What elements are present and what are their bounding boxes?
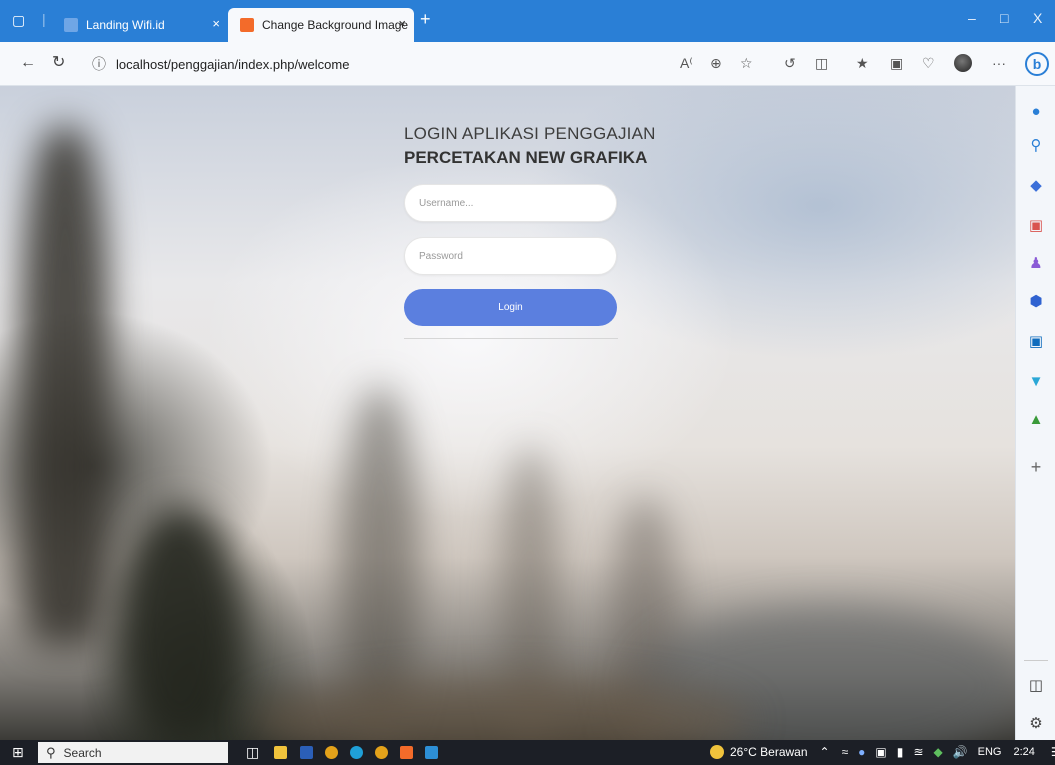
- tray-volume-icon[interactable]: 🔊: [953, 745, 968, 759]
- tray-battery-icon[interactable]: ▮: [897, 745, 904, 759]
- login-form: LOGIN APLIKASI PENGGAJIAN PERCETAKAN NEW…: [404, 124, 656, 339]
- notification-bell-icon[interactable]: ●: [1026, 104, 1046, 119]
- close-window-button[interactable]: X: [1033, 10, 1042, 26]
- login-title: LOGIN APLIKASI PENGGAJIAN: [404, 124, 656, 143]
- bing-copilot-icon[interactable]: b: [1025, 52, 1049, 76]
- more-menu-icon[interactable]: ···: [992, 56, 1006, 70]
- url-field[interactable]: ⓘ localhost/penggajian/index.php/welcome: [88, 48, 988, 80]
- task-view-icon[interactable]: ◫: [246, 745, 259, 759]
- extension-icon[interactable]: ↺: [784, 56, 796, 70]
- favorite-star-icon[interactable]: ☆: [740, 56, 753, 70]
- company-title: PERCETAKAN NEW GRAFIKA: [404, 148, 648, 167]
- blurred-tower: [20, 126, 110, 646]
- read-aloud-icon[interactable]: A⁽: [680, 56, 693, 70]
- blurred-tower: [120, 506, 240, 740]
- weather-text[interactable]: 26°C Berawan: [730, 745, 808, 759]
- system-tray: 26°C Berawan ⌃ ≈ ● ▣ ▮ ≊ ◆ 🔊 ENG 2:24 ☰: [710, 745, 1055, 759]
- tray-app-icon[interactable]: ●: [858, 745, 865, 759]
- tab-divider: |: [42, 11, 46, 27]
- tab-close-icon[interactable]: ×: [398, 16, 406, 31]
- password-input[interactable]: [404, 237, 617, 275]
- address-bar: ← ↻ ⓘ localhost/penggajian/index.php/wel…: [0, 42, 1055, 86]
- xampp-favicon-icon: [240, 18, 254, 32]
- shopping-tag-icon[interactable]: ◆: [1026, 178, 1046, 193]
- edge-icon[interactable]: [350, 746, 363, 759]
- browser-tab-bar: ▢ | Landing Wifi.id × Change Background …: [0, 0, 1055, 42]
- chrome-icon[interactable]: [325, 746, 338, 759]
- word-icon[interactable]: [300, 746, 313, 759]
- outlook-icon[interactable]: ▣: [1026, 334, 1046, 349]
- minimize-button[interactable]: –: [968, 10, 976, 26]
- search-icon: ⚲: [46, 744, 56, 760]
- wifi-favicon-icon: [64, 18, 78, 32]
- tab-change-background-image[interactable]: Change Background Image ×: [228, 8, 414, 42]
- microsoft-365-icon[interactable]: ⬢: [1026, 294, 1046, 309]
- search-icon[interactable]: ⚲: [1026, 138, 1046, 153]
- edge-sidebar: ● ⚲ ◆ ▣ ♟ ⬢ ▣ ▼ ▲ + ◫ ⚙: [1015, 86, 1055, 740]
- add-icon[interactable]: +: [1026, 458, 1046, 476]
- browser-essentials-icon[interactable]: ♡: [922, 56, 935, 70]
- file-explorer-icon[interactable]: [274, 746, 287, 759]
- workspaces-icon[interactable]: ▢: [12, 13, 25, 27]
- taskbar-search[interactable]: ⚲ Search: [38, 742, 228, 763]
- settings-gear-icon[interactable]: ⚙: [1026, 716, 1046, 731]
- xampp-icon[interactable]: [400, 746, 413, 759]
- login-button[interactable]: Login: [404, 289, 617, 326]
- windows-start-icon[interactable]: ⊞: [12, 745, 24, 759]
- favorites-icon[interactable]: ★: [856, 56, 869, 70]
- chrome-alt-icon[interactable]: [375, 746, 388, 759]
- clock[interactable]: 2:24: [1013, 746, 1034, 758]
- collections-icon[interactable]: ▣: [890, 56, 903, 70]
- tray-network-icon[interactable]: ≈: [842, 745, 849, 759]
- tree-icon[interactable]: ▲: [1026, 412, 1046, 427]
- zoom-icon[interactable]: ⊕: [710, 56, 722, 70]
- language-indicator[interactable]: ENG: [978, 746, 1002, 758]
- profile-avatar[interactable]: [954, 54, 972, 72]
- tools-briefcase-icon[interactable]: ▣: [1026, 218, 1046, 233]
- new-tab-button[interactable]: +: [420, 10, 431, 28]
- search-label: Search: [63, 745, 102, 760]
- site-info-icon[interactable]: ⓘ: [92, 54, 106, 74]
- split-screen-icon[interactable]: ◫: [815, 56, 828, 70]
- tray-security-icon[interactable]: ◆: [933, 745, 942, 759]
- notification-center-icon[interactable]: ☰: [1051, 745, 1055, 759]
- hide-sidebar-icon[interactable]: ◫: [1026, 678, 1046, 693]
- tab-close-icon[interactable]: ×: [212, 16, 220, 31]
- refresh-icon[interactable]: ↻: [52, 55, 65, 71]
- tab-label: Landing Wifi.id: [86, 18, 165, 32]
- tab-landing-wifiid[interactable]: Landing Wifi.id ×: [52, 8, 228, 42]
- form-divider: [404, 338, 618, 339]
- sidebar-divider: [1024, 660, 1048, 661]
- maximize-button[interactable]: □: [1000, 10, 1008, 26]
- tray-wifi-icon[interactable]: ≊: [913, 745, 923, 759]
- tray-chevron-icon[interactable]: ⌃: [820, 745, 830, 759]
- back-icon[interactable]: ←: [20, 55, 36, 71]
- page-background: LOGIN APLIKASI PENGGAJIAN PERCETAKAN NEW…: [0, 86, 1015, 740]
- designer-icon[interactable]: ▼: [1026, 374, 1046, 389]
- windows-taskbar: ⊞ ⚲ Search ◫ 26°C Berawan ⌃ ≈ ● ▣ ▮ ≊ ◆ …: [0, 740, 1055, 765]
- weather-icon[interactable]: [710, 745, 724, 759]
- vscode-icon[interactable]: [425, 746, 438, 759]
- tray-display-icon[interactable]: ▣: [875, 745, 886, 759]
- tab-label: Change Background Image: [262, 18, 409, 32]
- games-icon[interactable]: ♟: [1026, 256, 1046, 271]
- url-text: localhost/penggajian/index.php/welcome: [116, 56, 350, 72]
- username-input[interactable]: [404, 184, 617, 222]
